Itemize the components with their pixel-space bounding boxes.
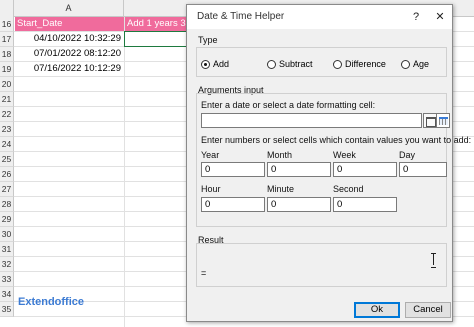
hour-label: Hour <box>201 184 221 194</box>
help-button[interactable]: ? <box>405 8 427 26</box>
header-cell-start-date[interactable]: Start_Date <box>15 17 124 31</box>
row-number[interactable]: 17 <box>0 32 14 47</box>
row-number[interactable]: 21 <box>0 92 14 107</box>
column-header-a[interactable]: A <box>14 0 124 17</box>
day-input[interactable]: 0 <box>399 162 447 177</box>
radio-empty-icon <box>267 59 276 69</box>
radio-label: Age <box>413 59 430 69</box>
dialog-title: Date & Time Helper <box>197 11 285 22</box>
radio-label: Difference <box>345 59 386 69</box>
row-number[interactable]: 27 <box>0 182 14 197</box>
type-group-label: Type <box>198 35 218 45</box>
radio-subtract[interactable]: Subtract <box>267 59 313 69</box>
close-icon: ✕ <box>435 11 445 23</box>
radio-age[interactable]: Age <box>401 59 429 69</box>
row-number[interactable]: 26 <box>0 167 14 182</box>
radio-label: Add <box>213 59 230 69</box>
row-number[interactable]: 31 <box>0 242 14 257</box>
month-input[interactable]: 0 <box>267 162 331 177</box>
year-input[interactable]: 0 <box>201 162 265 177</box>
select-range-icon[interactable] <box>436 113 450 128</box>
date-time-helper-dialog: Date & Time Helper ? ✕ Type Add Subtract… <box>186 4 471 322</box>
second-label: Second <box>333 184 364 194</box>
radio-empty-icon <box>333 59 342 69</box>
column-gridline <box>124 17 125 327</box>
row-number[interactable]: 22 <box>0 107 14 122</box>
row-number[interactable]: 32 <box>0 257 14 272</box>
row-number[interactable]: 19 <box>0 62 14 77</box>
header-cell-add-years[interactable]: Add 1 years 3 <box>125 17 186 31</box>
row-number[interactable]: 25 <box>0 152 14 167</box>
date-input[interactable] <box>201 113 422 128</box>
row-number[interactable]: 28 <box>0 197 14 212</box>
row-number[interactable]: 24 <box>0 137 14 152</box>
hour-input[interactable]: 0 <box>201 197 265 212</box>
row-number[interactable]: 16 <box>0 17 14 32</box>
radio-difference[interactable]: Difference <box>333 59 386 69</box>
month-label: Month <box>267 150 293 160</box>
cancel-button[interactable]: Cancel <box>405 302 451 318</box>
active-cell[interactable] <box>124 31 187 47</box>
date-cell[interactable]: 04/10/2022 10:32:29 <box>15 32 124 46</box>
year-label: Year <box>201 150 220 160</box>
numbers-prompt-row: Enter numbers or select cells which cont… <box>201 135 474 145</box>
dialog-titlebar[interactable]: Date & Time Helper ? ✕ <box>187 5 452 29</box>
row-number[interactable]: 34 <box>0 287 14 302</box>
numbers-prompt: Enter numbers or select cells which cont… <box>201 135 472 145</box>
column-header-b[interactable] <box>124 0 186 17</box>
row-number[interactable]: 33 <box>0 272 14 287</box>
select-all-corner[interactable] <box>0 0 14 17</box>
ok-button[interactable]: Ok <box>354 302 400 318</box>
day-label: Day <box>399 150 416 160</box>
date-prompt: Enter a date or select a date formatting… <box>201 100 376 110</box>
row-number[interactable]: 23 <box>0 122 14 137</box>
close-button[interactable]: ✕ <box>429 8 451 26</box>
row-number[interactable]: 35 <box>0 302 14 317</box>
radio-add[interactable]: Add <box>201 59 229 69</box>
text-cursor-icon <box>431 253 436 268</box>
radio-selected-icon <box>201 59 210 69</box>
week-input[interactable]: 0 <box>333 162 397 177</box>
second-input[interactable]: 0 <box>333 197 397 212</box>
extendoffice-brand: Extendoffice <box>18 296 85 308</box>
minute-input[interactable]: 0 <box>267 197 331 212</box>
row-number[interactable]: 18 <box>0 47 14 62</box>
row-number[interactable]: 30 <box>0 227 14 242</box>
radio-empty-icon <box>401 59 410 69</box>
calendar-icon[interactable] <box>423 113 437 128</box>
date-cell[interactable]: 07/01/2022 08:12:20 <box>15 47 124 61</box>
row-number[interactable]: 29 <box>0 212 14 227</box>
week-label: Week <box>333 150 356 160</box>
result-group <box>196 243 447 287</box>
minute-label: Minute <box>267 184 295 194</box>
row-number[interactable]: 20 <box>0 77 14 92</box>
result-value: = <box>201 268 207 278</box>
date-cell[interactable]: 07/16/2022 10:12:29 <box>15 62 124 76</box>
radio-label: Subtract <box>279 59 313 69</box>
